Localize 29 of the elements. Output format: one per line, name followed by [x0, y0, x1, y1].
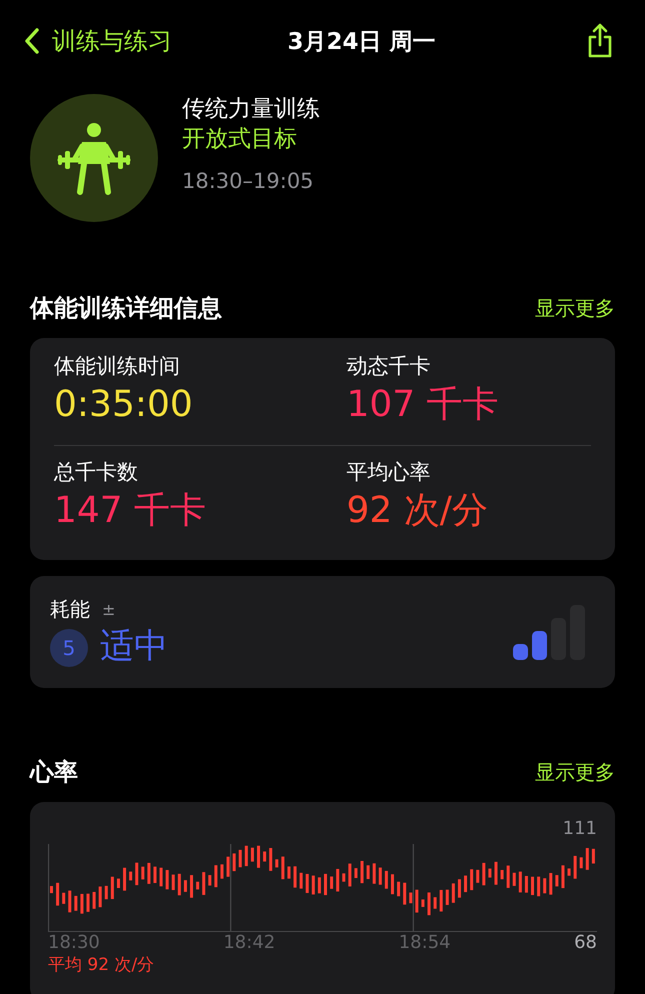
effort-score: 5	[50, 628, 88, 666]
plus-minus-sign: ±	[102, 600, 116, 618]
show-more-link[interactable]: 显示更多	[535, 758, 615, 786]
stat-label: 体能训练时间	[54, 353, 181, 380]
stat-label: 平均心率	[346, 458, 432, 486]
time-label: 18:30	[48, 932, 101, 953]
workout-name: 传统力量训练	[182, 95, 320, 124]
time-label: 18:42	[223, 932, 276, 953]
max-value: 111	[562, 818, 597, 841]
weightlifting-icon	[30, 94, 158, 222]
show-more-link[interactable]: 显示更多	[535, 294, 615, 322]
effort-label: 耗能	[50, 596, 90, 622]
workout-time: 18:30–19:05	[182, 169, 315, 193]
time-label: 18:54	[398, 932, 452, 953]
nav-title: 3月24日 周一	[287, 28, 436, 56]
stat-value: 107 千卡	[346, 383, 500, 427]
stat-label: 动态千卡	[346, 353, 432, 380]
average-heart-rate: 平均 92 次/分	[48, 954, 156, 976]
effort-rating: 适中	[100, 624, 168, 668]
workout-goal: 开放式目标	[182, 125, 298, 154]
min-value: 68	[574, 932, 597, 953]
back-button[interactable]: 训练与练习	[18, 24, 178, 58]
stat-label: 总千卡数	[54, 458, 139, 486]
section-title: 体能训练详细信息	[30, 293, 222, 324]
stat-value: 92 次/分	[346, 488, 489, 532]
chevron-left-icon	[24, 28, 40, 54]
section-title: 心率	[30, 757, 78, 788]
stat-value: 0:35:00	[54, 383, 194, 427]
stat-value: 147 千卡	[54, 488, 208, 532]
